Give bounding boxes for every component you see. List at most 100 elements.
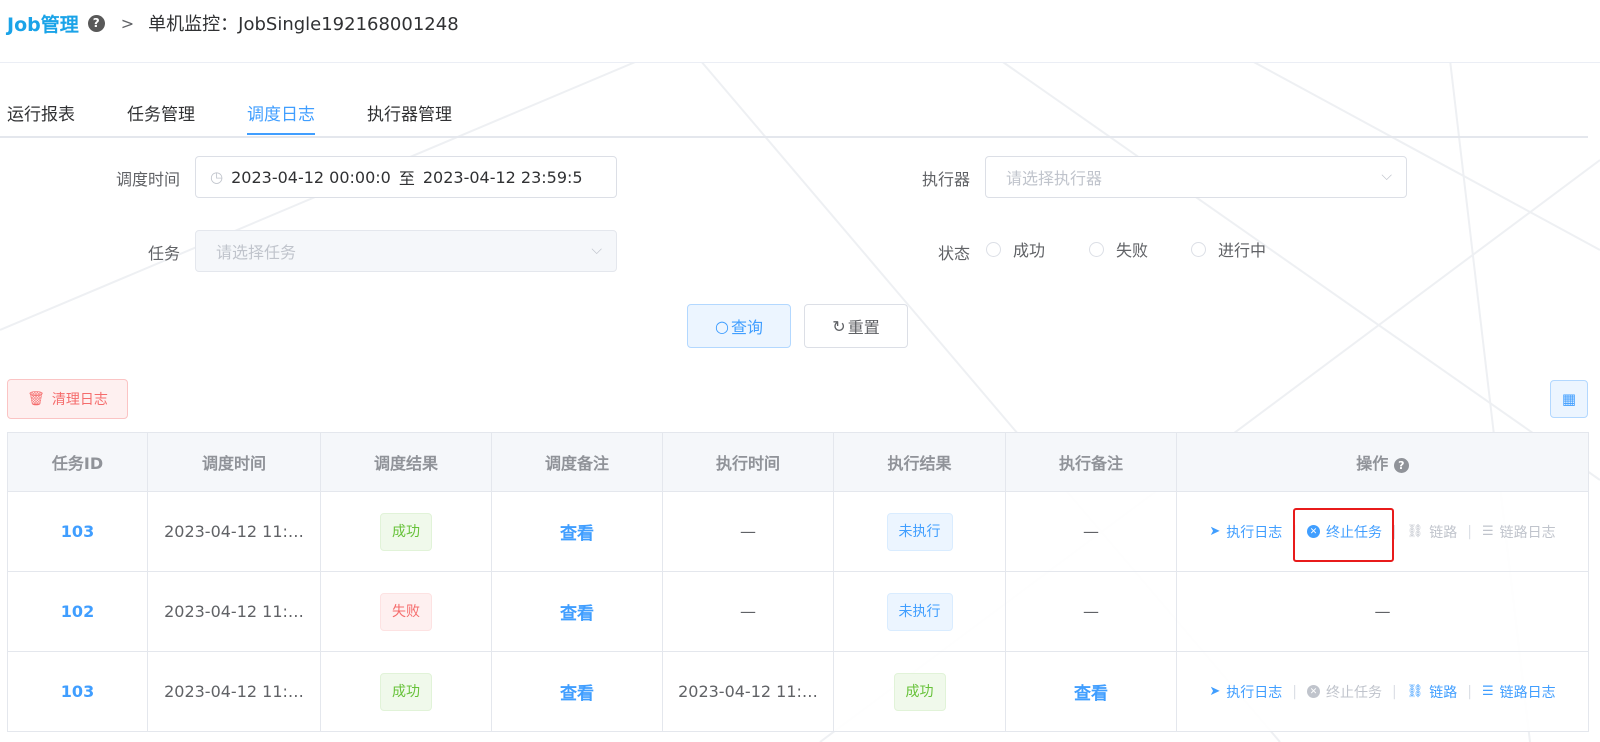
exec-log-label: 执行日志 [1226, 684, 1283, 701]
schedule-time-cell: 2023-04-12 11:… [147, 651, 321, 732]
radio-circle[interactable] [1089, 241, 1104, 257]
task-id-link[interactable]: 103 [61, 522, 94, 541]
range-start-input[interactable]: 2023-04-12 00:00:0 [231, 168, 391, 187]
task-id-link[interactable]: 103 [61, 682, 94, 701]
task-label: 任务 [147, 244, 180, 263]
sliders-icon: ☰ [1481, 524, 1494, 539]
trace-label: 链路 [1429, 684, 1458, 701]
schedule-log-table: 任务ID 调度时间 调度结果 调度备注 执行时间 执行结果 执行备注 操作 ? … [7, 432, 1589, 732]
radio-label: 成功 [1013, 241, 1046, 260]
range-end-input[interactable]: 2023-04-12 23:59:5 [423, 168, 583, 187]
column-header: 调度时间 [147, 432, 321, 492]
separator: | [1292, 683, 1297, 700]
task-select[interactable]: 请选择任务 ⌵ [195, 230, 617, 272]
task-placeholder: 请选择任务 [216, 243, 297, 262]
refresh-icon: ↻ [832, 316, 846, 336]
breadcrumb-current: 单机监控：JobSingle192168001248 [148, 14, 459, 35]
reset-button-label: 重置 [847, 318, 880, 337]
sliders-icon: ☰ [1481, 684, 1494, 699]
status-radio-running[interactable]: 进行中 [1191, 237, 1266, 261]
trash-icon: 🗑 [27, 391, 45, 407]
exec-note-cell: — [1083, 602, 1099, 621]
exec-time-cell: — [740, 602, 756, 621]
clear-log-label: 清理日志 [51, 392, 108, 408]
status-badge: 成功 [380, 672, 432, 711]
chevron-right-icon: > [120, 13, 135, 33]
exec-note-cell: — [1083, 522, 1099, 541]
exec-time-cell: — [740, 522, 756, 541]
clear-log-button[interactable]: 🗑 清理日志 [7, 379, 128, 419]
trace-log-action[interactable]: ☰ 链路日志 [1482, 522, 1556, 542]
send-icon: ➤ [1209, 684, 1221, 699]
trace-action[interactable]: ⛓ 链路 [1407, 682, 1458, 702]
trace-log-label: 链路日志 [1499, 684, 1556, 701]
status-badge: 未执行 [886, 512, 953, 551]
schedule-time-label: 调度时间 [115, 170, 180, 189]
schedule-time-range-picker[interactable]: ◷ 2023-04-12 00:00:0 至 2023-04-12 23:59:… [195, 156, 617, 198]
ops-header-label: 操作 [1356, 454, 1389, 473]
status-radio-success[interactable]: 成功 [986, 237, 1045, 261]
column-header: 执行结果 [833, 432, 1006, 492]
trace-log-action[interactable]: ☰ 链路日志 [1482, 682, 1556, 702]
column-header-ops: 操作 ? [1176, 432, 1589, 492]
row-actions: ➤ 执行日志 | ✕ 终止任务 | ⛓ 链路 | ☰ 链路日志 [1177, 682, 1588, 702]
exec-log-action[interactable]: ➤ 执行日志 [1209, 682, 1282, 702]
tab-executor-management[interactable]: 执行器管理 [367, 100, 452, 134]
table-icon: ▦ [1561, 390, 1577, 408]
view-schedule-note-link[interactable]: 查看 [560, 684, 594, 704]
query-button[interactable]: ○ 查询 [687, 304, 791, 348]
breadcrumb-root[interactable]: Job管理 [7, 10, 79, 37]
highlight-box [1293, 508, 1394, 562]
status-badge: 成功 [380, 512, 432, 551]
reset-button[interactable]: ↻ 重置 [804, 304, 908, 348]
chevron-down-icon: ⌵ [591, 242, 602, 258]
stop-task-action[interactable]: ✕ 终止任务 [1307, 682, 1382, 702]
separator: | [1392, 683, 1397, 700]
tab-task-management[interactable]: 任务管理 [127, 100, 195, 134]
view-schedule-note-link[interactable]: 查看 [560, 524, 594, 544]
header-bar: Job管理 ? > 单机监控：JobSingle192168001248 [0, 0, 1600, 63]
exec-log-action[interactable]: ➤ 执行日志 [1209, 522, 1282, 542]
stop-task-label: 终止任务 [1326, 684, 1382, 701]
send-icon: ➤ [1209, 524, 1221, 539]
task-id-link[interactable]: 102 [61, 602, 94, 621]
trace-log-label: 链路日志 [1499, 524, 1556, 541]
column-header: 任务ID [7, 432, 148, 492]
radio-circle[interactable] [1191, 241, 1206, 257]
separator: | [1467, 523, 1472, 540]
tab-run-report[interactable]: 运行报表 [7, 100, 75, 134]
schedule-time-cell: 2023-04-12 11:… [147, 571, 321, 652]
table-row: 102 2023-04-12 11:… 失败 查看 — 未执行 — — [7, 571, 1589, 652]
exec-log-label: 执行日志 [1226, 524, 1283, 541]
radio-label: 进行中 [1218, 241, 1267, 260]
close-circle-icon: ✕ [1307, 685, 1320, 698]
tab-bar: 运行报表 任务管理 调度日志 执行器管理 [0, 96, 1588, 138]
radio-label: 失败 [1116, 241, 1149, 260]
trace-action[interactable]: ⛓ 链路 [1407, 522, 1458, 542]
column-header: 调度备注 [491, 432, 663, 492]
exec-time-cell: 2023-04-12 11:… [662, 651, 834, 732]
tab-schedule-log[interactable]: 调度日志 [247, 100, 315, 135]
column-settings-button[interactable]: ▦ [1550, 380, 1588, 418]
help-icon[interactable]: ? [1393, 458, 1409, 473]
status-radio-failed[interactable]: 失败 [1089, 237, 1148, 261]
status-badge: 失败 [380, 592, 432, 631]
separator: | [1467, 683, 1472, 700]
column-header: 执行备注 [1005, 432, 1177, 492]
trace-label: 链路 [1429, 524, 1458, 541]
executor-select[interactable]: 请选择执行器 ⌵ [985, 156, 1407, 198]
table-row: 103 2023-04-12 11:… 成功 查看 2023-04-12 11:… [7, 651, 1589, 732]
table-header-row: 任务ID 调度时间 调度结果 调度备注 执行时间 执行结果 执行备注 操作 ? [7, 432, 1589, 492]
view-schedule-note-link[interactable]: 查看 [560, 604, 594, 624]
radio-circle[interactable] [986, 241, 1001, 257]
executor-placeholder: 请选择执行器 [1006, 169, 1103, 188]
search-icon: ○ [715, 316, 729, 336]
view-exec-note-link[interactable]: 查看 [1074, 684, 1108, 704]
link-icon: ⛓ [1406, 524, 1424, 539]
help-icon[interactable]: ? [87, 14, 105, 32]
status-badge: 未执行 [886, 592, 953, 631]
ops-empty-cell: — [1374, 602, 1391, 621]
column-header: 执行时间 [662, 432, 834, 492]
schedule-time-cell: 2023-04-12 11:… [147, 491, 321, 572]
chevron-down-icon: ⌵ [1381, 168, 1392, 184]
